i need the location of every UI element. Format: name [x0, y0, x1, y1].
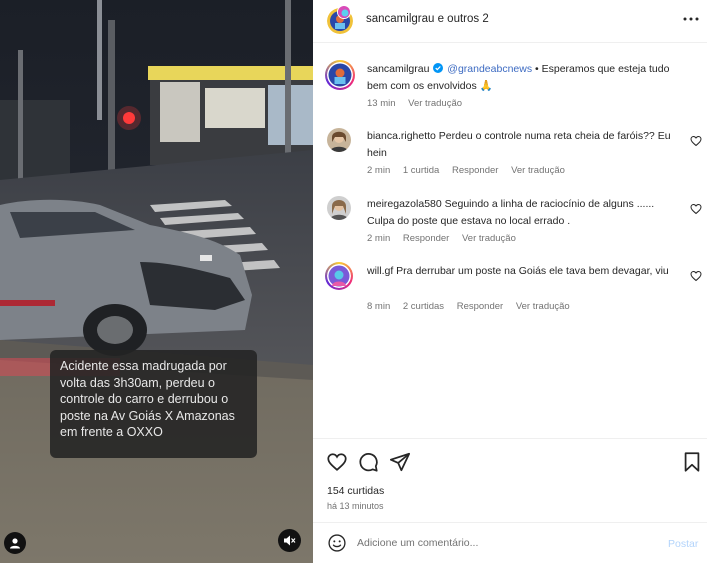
post-header: sancamilgrau e outros 2 — [313, 0, 707, 43]
post-author-title[interactable]: sancamilgrau e outros 2 — [366, 13, 489, 25]
tagged-users-button[interactable] — [4, 532, 26, 554]
author-avatar[interactable] — [325, 60, 355, 90]
commenter-avatar[interactable] — [327, 128, 351, 152]
mention-link[interactable]: @grandeabcnews — [447, 63, 532, 75]
see-translation-button[interactable]: Ver tradução — [516, 301, 570, 312]
comment-like-count[interactable]: 1 curtida — [403, 165, 439, 176]
heart-icon[interactable] — [690, 270, 702, 282]
post-comment-button[interactable]: Postar — [668, 538, 698, 550]
comment-time: 13 min — [367, 98, 396, 109]
comment-text: Pra derrubar um poste na Goiás ele tava … — [393, 265, 669, 277]
add-comment-bar: Postar — [313, 522, 707, 563]
comment-input[interactable] — [357, 533, 647, 553]
see-translation-button[interactable]: Ver tradução — [408, 98, 462, 109]
more-options-button[interactable] — [681, 9, 701, 29]
comment-username[interactable]: meiregazola580 — [367, 198, 442, 210]
post-media-video[interactable]: Acidente essa madrugada por volta das 3h… — [0, 0, 313, 563]
heart-icon[interactable] — [690, 203, 702, 215]
more-horizontal-icon — [683, 17, 699, 21]
mute-button[interactable] — [278, 529, 301, 552]
reply-button[interactable]: Responder — [457, 301, 503, 312]
post-timestamp: há 13 minutos — [327, 501, 384, 511]
comment-bubble-icon[interactable] — [357, 451, 379, 473]
post-actions-bar: 154 curtidas há 13 minutos — [313, 438, 707, 522]
comment-time: 2 min — [367, 233, 391, 244]
comment-time: 2 min — [367, 165, 391, 176]
verified-badge-icon — [433, 63, 444, 73]
post-details-panel: sancamilgrau e outros 2 sancamilgrau @gr… — [313, 0, 707, 563]
video-caption-overlay: Acidente essa madrugada por volta das 3h… — [50, 350, 257, 458]
like-heart-icon[interactable] — [326, 451, 348, 473]
see-translation-button[interactable]: Ver tradução — [462, 233, 516, 244]
reply-button[interactable]: Responder — [403, 233, 449, 244]
commenter-avatar[interactable] — [327, 196, 351, 220]
heart-icon[interactable] — [690, 135, 702, 147]
comment-time: 8 min — [367, 301, 391, 312]
person-icon — [10, 538, 20, 549]
collaborator-avatar[interactable] — [337, 5, 351, 19]
comment-like-count[interactable]: 2 curtidas — [403, 301, 444, 312]
likes-count[interactable]: 154 curtidas — [327, 485, 384, 497]
speaker-muted-icon — [284, 535, 296, 546]
comment-username[interactable]: sancamilgrau — [367, 63, 429, 75]
bookmark-icon[interactable] — [681, 451, 703, 473]
see-translation-button[interactable]: Ver tradução — [511, 165, 565, 176]
comment-username[interactable]: bianca.righetto — [367, 130, 436, 142]
reply-button[interactable]: Responder — [452, 165, 498, 176]
commenter-avatar[interactable] — [325, 262, 353, 290]
share-paper-plane-icon[interactable] — [389, 451, 411, 473]
video-frame — [0, 0, 313, 563]
comment-username[interactable]: will.gf — [367, 265, 393, 277]
emoji-smiley-icon[interactable] — [327, 533, 347, 553]
